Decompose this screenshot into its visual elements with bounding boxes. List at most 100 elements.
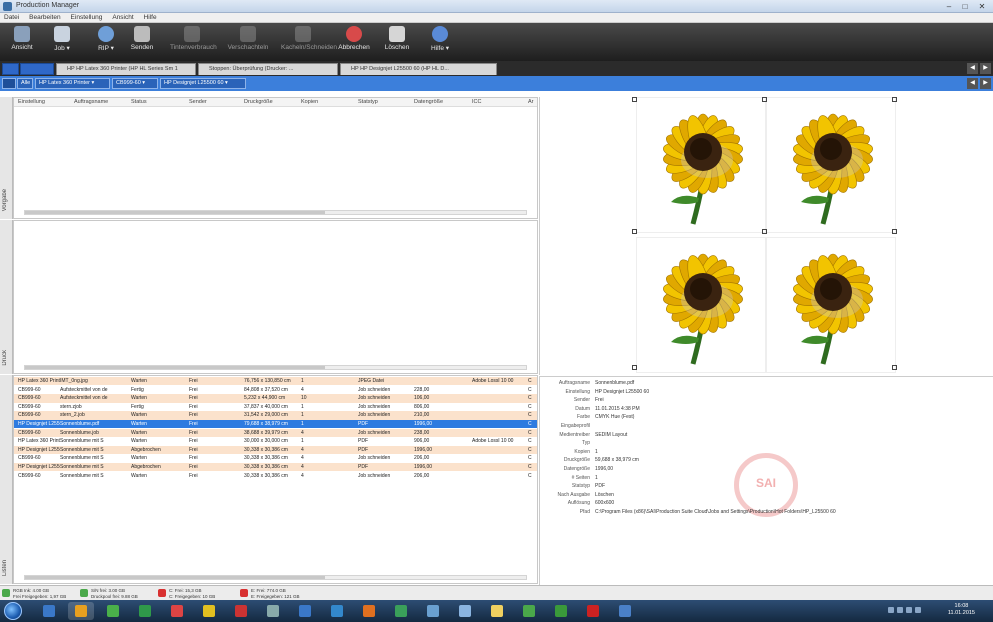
side-tab-druck[interactable]: Druck (0, 220, 13, 374)
taskbar-app-button[interactable] (516, 602, 542, 620)
col-kopien[interactable]: Kopien (301, 99, 318, 105)
detail-value: HP Designjet L25500 60 (595, 388, 650, 395)
filter-scroll-left-icon[interactable]: ◀ (967, 78, 978, 89)
toolbar: Ansicht Job ▾ RIP ▾ Senden Tintenverbrau… (0, 23, 993, 61)
taskbar-app-button[interactable] (388, 602, 414, 620)
printer-tab-bar: HP HP Latex 360 Printer (HP HL Series Sm… (0, 61, 993, 76)
table-cell: Warten (131, 472, 147, 479)
menu-ansicht[interactable]: Ansicht (108, 13, 137, 23)
col-druckgroesse[interactable]: Druckgröße (244, 99, 273, 105)
filter-home-icon[interactable] (2, 78, 16, 89)
tray-icon[interactable] (906, 607, 912, 613)
toolbar-hilfe-button[interactable]: Hilfe ▾ (418, 25, 462, 59)
table-row[interactable]: CB999-60 Sonnenblume mit S Warten Frei 30,33… (14, 454, 537, 463)
table-row[interactable]: HP Designjet L25500Sonnenblume mit S Abge… (14, 463, 537, 472)
taskbar-app-button[interactable] (36, 602, 62, 620)
filter-cb999[interactable]: CB999-60 ▾ (112, 78, 158, 89)
taskbar-clock[interactable]: 16:08 11.01.2015 (948, 603, 975, 617)
taskbar-app-button[interactable] (324, 602, 350, 620)
table-row[interactable]: CB999-60 Aufsteckmittel von de Warten Frei 5… (14, 394, 537, 403)
taskbar-app-button[interactable] (292, 602, 318, 620)
table-row[interactable]: CB999-60 Sonnenblume mit S Warten Frei 30,33… (14, 471, 537, 480)
tab-home[interactable] (2, 63, 19, 75)
taskbar-app-button[interactable] (260, 602, 286, 620)
toolbar-abbrechen-button[interactable]: Abbrechen (332, 25, 376, 59)
table-row[interactable]: CB999-60 Sonnenblume.job Warten Frei 38,688 … (14, 428, 537, 437)
table-row[interactable]: HP Latex 360 Printer IMT_0ng.jpg Warten Fre… (14, 377, 537, 386)
table-row[interactable]: HP Designjet L25500Sonnenblume mit S Abge… (14, 445, 537, 455)
taskbar-app-button[interactable] (420, 602, 446, 620)
tab-scroll-right-icon[interactable]: ▶ (980, 63, 991, 74)
taskbar-app-button[interactable] (484, 602, 510, 620)
filter-alle[interactable]: Alle (17, 78, 33, 89)
disk-status-icon (2, 589, 10, 597)
horizontal-scrollbar[interactable] (24, 575, 527, 580)
filter-hp-latex[interactable]: HP Latex 360 Printer ▾ (35, 78, 110, 89)
taskbar-app-button[interactable] (100, 602, 126, 620)
table-row[interactable]: CB999-60 stern_2.job Warten Frei 31,542 x 29… (14, 411, 537, 420)
detail-value: 600x600 (595, 500, 615, 507)
col-einstellung[interactable]: Einstellung (18, 99, 45, 105)
taskbar-app-button[interactable] (196, 602, 222, 620)
table-cell: Aufsteckmittel von de (60, 386, 108, 393)
tray-icon[interactable] (897, 607, 903, 613)
col-status[interactable]: Status (131, 99, 147, 105)
detail-label: Einstellung (565, 388, 590, 395)
taskbar-app-button[interactable] (68, 602, 94, 620)
filter-hp-designjet[interactable]: HP Designjet L25500 60 ▾ (160, 78, 246, 89)
menu-bearbeiten[interactable]: Bearbeiten (25, 13, 64, 23)
taskbar-app-button[interactable] (164, 602, 190, 620)
toolbar-ansicht-button[interactable]: Ansicht (0, 25, 44, 59)
table-row[interactable]: CB999-60 stern.zjob Fertig Frei 37,837 x 40,… (14, 402, 537, 412)
tray-icon[interactable] (915, 607, 921, 613)
side-tab-listen[interactable]: Listen (0, 375, 13, 584)
taskbar-app-button[interactable] (452, 602, 478, 620)
menu-datei[interactable]: Datei (0, 13, 23, 23)
tab-scroll-left-icon[interactable]: ◀ (967, 63, 978, 74)
side-tab-vorgabe[interactable]: Vorgabe (0, 97, 13, 219)
col-datengroesse[interactable]: Datengröße (414, 99, 443, 105)
table-cell: 38,688 x 39,979 cm (244, 429, 288, 436)
detail-label: Auftragsname (558, 380, 590, 386)
detail-label: Kopien (574, 448, 590, 455)
horizontal-scrollbar[interactable] (24, 210, 527, 215)
menu-einstellung[interactable]: Einstellung (67, 13, 107, 23)
tab-hp-designjet[interactable]: HP HP Designjet L25500 60 (HP HL D... (340, 63, 497, 75)
col-statstyp[interactable]: Statstyp (358, 99, 378, 105)
tab-overview[interactable] (20, 63, 54, 75)
table-row[interactable]: CB999-60 Aufsteckmittel von de Fertig Frei 8… (14, 385, 537, 394)
taskbar-app-button[interactable] (548, 602, 574, 620)
table-row-selected[interactable]: HP Designjet L25500Sonnenblume.pdf Warten… (14, 420, 537, 429)
start-button-icon[interactable] (4, 602, 22, 620)
col-sender[interactable]: Sender (189, 99, 207, 105)
app-icon (171, 605, 183, 617)
filter-scroll-right-icon[interactable]: ▶ (980, 78, 991, 89)
tray-icon[interactable] (888, 607, 894, 613)
toolbar-kacheln-button[interactable]: Kacheln/Schneiden (281, 25, 337, 59)
taskbar-app-button[interactable] (580, 602, 606, 620)
table-cell: Fertig (131, 386, 144, 393)
toolbar-loeschen-button[interactable]: Löschen (375, 25, 419, 59)
minimize-icon[interactable]: – (943, 2, 955, 11)
toolbar-verschachteln-button[interactable]: Verschachteln (226, 25, 270, 59)
tab-stoppen[interactable]: Stoppen: Überprüfung (Drucker: ... (198, 63, 338, 75)
col-icc[interactable]: ICC (472, 99, 481, 105)
taskbar-app-button[interactable] (228, 602, 254, 620)
table-cell: Frei (189, 429, 198, 436)
toolbar-senden-button[interactable]: Senden (120, 25, 164, 59)
tab-hp-latex-360[interactable]: HP HP Latex 360 Printer (HP HL Series Sm… (56, 63, 196, 75)
col-ar[interactable]: Ar (528, 99, 534, 105)
toolbar-tintenverbrauch-button[interactable]: Tintenverbrauch (170, 25, 217, 59)
table-cell: Abgebrochen (131, 446, 161, 453)
table-row[interactable]: HP Latex 360 Printer Sonnenblume mit S War… (14, 437, 537, 446)
taskbar-app-button[interactable] (132, 602, 158, 620)
menu-hilfe[interactable]: Hilfe (140, 13, 161, 23)
maximize-icon[interactable]: □ (959, 2, 971, 11)
close-icon[interactable]: ✕ (976, 2, 988, 11)
col-auftragsname[interactable]: Auftragsname (74, 99, 108, 105)
window-title: Production Manager (16, 2, 80, 9)
taskbar-app-button[interactable] (356, 602, 382, 620)
taskbar-app-button[interactable] (612, 602, 638, 620)
horizontal-scrollbar[interactable] (24, 365, 527, 370)
toolbar-job-button[interactable]: Job ▾ (40, 25, 84, 59)
